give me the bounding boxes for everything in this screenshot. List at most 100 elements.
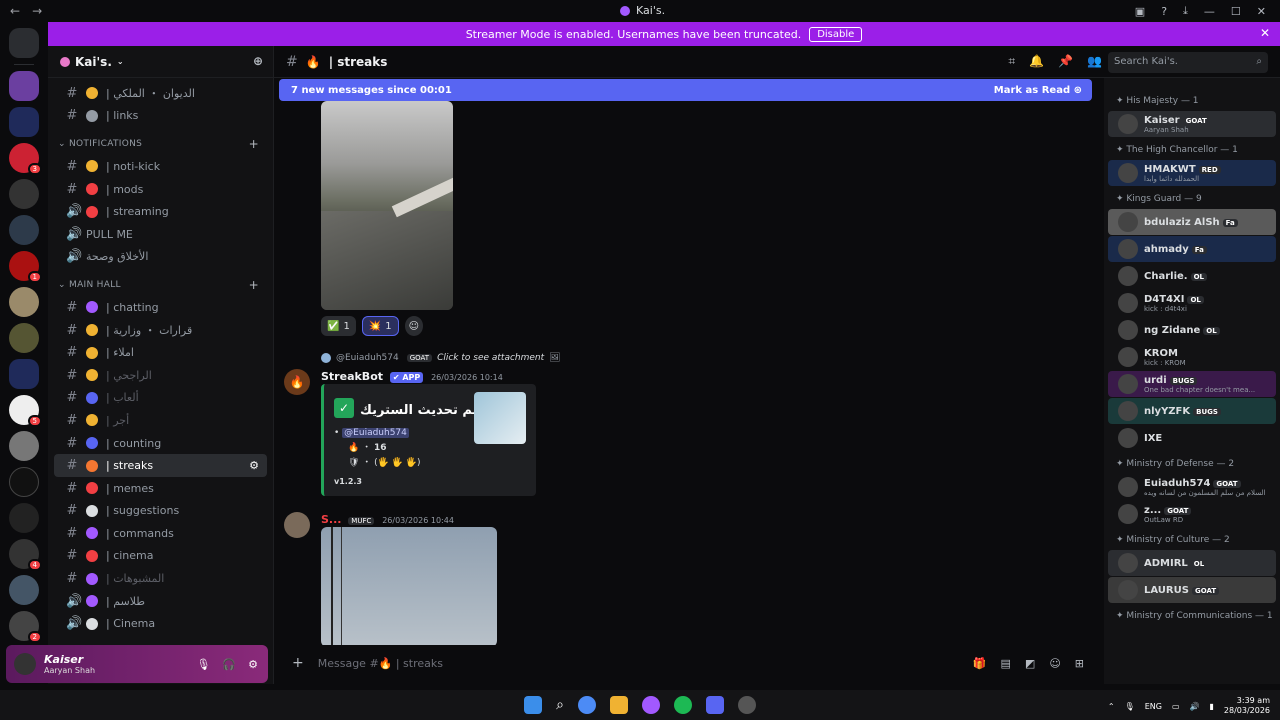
gif-icon[interactable]: ▤ (1001, 657, 1011, 670)
member-item[interactable]: IXE (1108, 425, 1276, 451)
server-icon[interactable]: 4 (9, 539, 42, 571)
forward-arrow-icon[interactable]: → (32, 4, 42, 18)
channel-item[interactable]: # | املاء (54, 341, 267, 364)
add-reaction-icon[interactable]: ☺ (404, 316, 424, 336)
avatar[interactable] (14, 653, 36, 675)
channel-item[interactable]: 🔊 | streaming (54, 200, 267, 223)
channel-item[interactable]: # | counting (54, 432, 267, 455)
discord-icon[interactable] (705, 696, 724, 714)
server-icon[interactable]: 5 (9, 395, 42, 427)
category-header[interactable]: ⌄ NOTIFICATIONS + (48, 133, 273, 155)
add-channel-icon[interactable]: + (249, 278, 259, 292)
channel-item[interactable]: # | noti-kick (54, 155, 267, 178)
channel-item[interactable]: # | الديوان ・ الملكي (54, 82, 267, 105)
reply-preview[interactable]: @Euiaduh574 GOAT Click to see attachment… (321, 353, 561, 363)
clock[interactable]: 3:39 am 28/03/2026 (1224, 696, 1270, 716)
gift-icon[interactable]: 🎁 (973, 657, 987, 670)
headphones-icon[interactable]: 🎧 (222, 658, 236, 671)
server-icon[interactable] (9, 431, 39, 461)
channel-item[interactable]: # | الراجحي (54, 364, 267, 387)
gear-icon[interactable]: ⚙ (249, 459, 259, 472)
channel-item[interactable]: # | suggestions (54, 500, 267, 523)
add-member-icon[interactable]: ⊕ (253, 54, 263, 68)
message-author[interactable]: S... (321, 513, 341, 526)
back-arrow-icon[interactable]: ← (10, 4, 20, 18)
member-item[interactable]: ADMIRL OL (1108, 550, 1276, 576)
server-icon[interactable] (9, 503, 39, 533)
avatar[interactable] (284, 512, 310, 538)
file-explorer-icon[interactable] (609, 696, 628, 714)
message-composer[interactable]: + Message #🔥 | streaks 🎁 ▤ ◩ ☺ ⊞ (280, 651, 1092, 675)
channel-item[interactable]: # | mods (54, 178, 267, 201)
microphone-icon[interactable]: 🎙 (1125, 702, 1135, 711)
gear-icon[interactable]: ⚙ (248, 658, 258, 671)
microphone-icon[interactable]: 🎙 (196, 658, 210, 671)
member-item[interactable]: nlyYZFK BUGS (1108, 398, 1276, 424)
user-mention[interactable]: @Euiaduh574 (342, 428, 409, 438)
channel-item[interactable]: # | قرارات ・ وزارية (54, 319, 267, 342)
folder-icon[interactable] (9, 359, 39, 389)
server-icon[interactable] (9, 323, 39, 353)
member-item[interactable]: ng Zidane OL (1108, 317, 1276, 343)
channel-item[interactable]: # | memes (54, 477, 267, 500)
channel-item[interactable]: 🔊 PULL ME (54, 223, 267, 246)
server-icon[interactable] (9, 71, 39, 101)
embed-thumbnail[interactable] (474, 392, 526, 444)
apps-icon[interactable]: ⊞ (1075, 657, 1084, 670)
inbox-icon[interactable]: ▣ (1135, 5, 1145, 18)
member-item[interactable]: urdi BUGS One bad chapter doesn't mea... (1108, 371, 1276, 397)
minimize-button[interactable]: — (1204, 5, 1215, 18)
new-messages-bar[interactable]: 7 new messages since 00:01 Mark as Read … (279, 79, 1092, 101)
member-item[interactable]: HMAKWT RED الحمدلله دائما وابدا (1108, 160, 1276, 186)
server-icon[interactable] (9, 215, 39, 245)
reaction-checkmark[interactable]: ✅ 1 (321, 316, 356, 336)
plus-icon[interactable]: + (292, 655, 304, 671)
language-indicator[interactable]: ENG (1145, 702, 1162, 711)
server-header[interactable]: Kai's. ⌄ ⊕ (48, 46, 273, 78)
app-icon[interactable] (641, 696, 660, 714)
close-icon[interactable]: ✕ (1260, 26, 1270, 40)
download-icon[interactable]: ⤓ (1183, 4, 1188, 18)
channel-item[interactable]: 🔊 | Cinema (54, 612, 267, 635)
pin-icon[interactable]: 📌 (1058, 54, 1073, 69)
windows-start-icon[interactable] (524, 696, 543, 714)
channel-item[interactable]: # | ألعاب (54, 387, 267, 410)
channel-item[interactable]: # | commands (54, 522, 267, 545)
member-item[interactable]: z... GOAT OutLaw RD (1108, 501, 1276, 527)
channel-item[interactable]: # | chatting (54, 296, 267, 319)
chevron-up-icon[interactable]: ⌃ (1108, 702, 1115, 711)
help-icon[interactable]: ? (1161, 5, 1167, 18)
maximize-button[interactable]: ☐ (1231, 5, 1241, 18)
server-icon[interactable]: 2 (9, 611, 42, 643)
member-item[interactable]: Kaiser GOAT Aaryan Shah (1108, 111, 1276, 137)
image-attachment[interactable] (321, 527, 497, 645)
server-icon[interactable] (9, 575, 39, 605)
server-icon[interactable]: 3 (9, 143, 42, 175)
reaction-boom[interactable]: 💥 1 (361, 316, 399, 336)
server-icon[interactable] (9, 467, 39, 497)
member-item[interactable]: bdulaziz AlSh Fa (1108, 209, 1276, 235)
member-item[interactable]: D4T4XI OL kick : d4t4xi (1108, 290, 1276, 316)
search-input[interactable]: Search Kai's. ⌕ (1108, 52, 1268, 73)
image-attachment[interactable] (321, 101, 453, 310)
channel-item[interactable]: # | أجر (54, 409, 267, 432)
channel-item[interactable]: # | streaks ⚙ (54, 454, 267, 477)
folder-icon[interactable] (9, 107, 39, 137)
category-header[interactable]: ⌄ MAIN HALL + (48, 274, 273, 296)
member-item[interactable]: LAURUS GOAT (1108, 577, 1276, 603)
spotify-icon[interactable] (673, 696, 692, 714)
discord-home-icon[interactable] (9, 28, 39, 58)
bell-icon[interactable]: 🔔 (1029, 54, 1044, 69)
battery-icon[interactable]: ▮ (1209, 702, 1213, 711)
disable-button[interactable]: Disable (809, 26, 863, 42)
network-icon[interactable]: ▭ (1172, 702, 1180, 711)
message-author[interactable]: StreakBot (321, 370, 383, 383)
sticker-icon[interactable]: ◩ (1025, 657, 1035, 670)
server-icon[interactable]: 1 (9, 251, 42, 283)
message-input[interactable]: Message #🔥 | streaks (318, 657, 443, 670)
avatar[interactable]: 🔥 (284, 369, 310, 395)
channel-item[interactable]: # | links (54, 105, 267, 128)
channel-item[interactable]: 🔊 | طلاسم (54, 590, 267, 613)
add-channel-icon[interactable]: + (249, 137, 259, 151)
search-icon[interactable]: ⌕ (556, 697, 564, 713)
